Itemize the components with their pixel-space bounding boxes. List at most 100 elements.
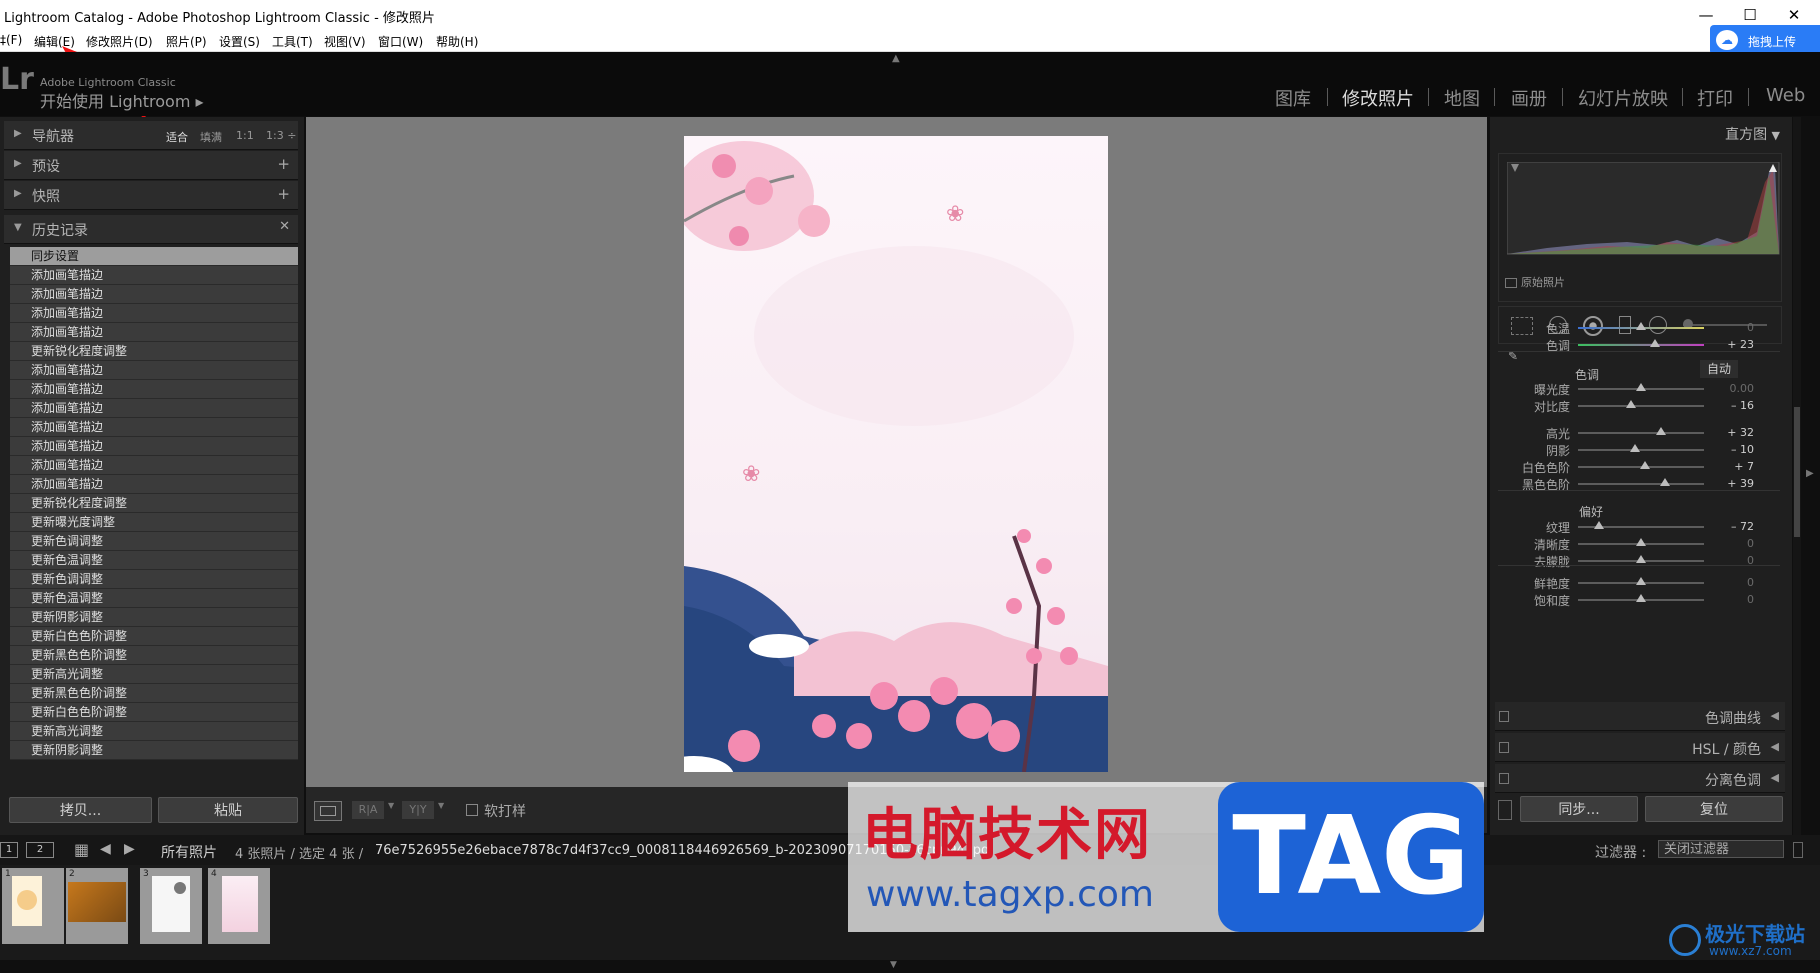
slider-thumb[interactable] [1625,400,1636,408]
slider-value[interactable]: – 72 [1710,520,1754,533]
history-header[interactable]: ▼ 历史记录 ✕ [4,215,298,244]
zoom-fill[interactable]: 填满 [200,129,222,145]
thumbnail-4[interactable]: 4 [208,868,270,944]
module-develop[interactable]: 修改照片 [1342,85,1414,111]
zoom-fit[interactable]: 适合 [166,129,188,145]
module-map[interactable]: 地图 [1444,85,1480,111]
histogram-title[interactable]: 直方图 ▼ [1725,124,1780,144]
slider-thumb[interactable] [1636,538,1646,546]
start-link[interactable]: 开始使用 Lightroom ▸ [40,88,204,112]
before-after-dropdown-icon-2[interactable]: ▼ [438,801,444,810]
add-preset-icon[interactable]: + [277,155,290,173]
right-panel-toggle-icon[interactable]: ▶ [1806,468,1814,479]
slider-value[interactable]: + 32 [1710,426,1754,439]
add-snapshot-icon[interactable]: + [277,185,290,203]
baidu-upload-button[interactable]: ☁ 拖拽上传 [1710,25,1820,55]
history-item[interactable]: 同步设置 [10,247,298,266]
history-item[interactable]: 更新色温调整 [10,551,298,570]
navigator-header[interactable]: ▶ 导航器 适合 填满 1:1 1:3 ÷ [4,121,298,150]
radial-filter-icon[interactable] [1649,316,1667,334]
slider-track[interactable] [1578,449,1704,451]
menu-tools[interactable]: 工具(T) [272,33,313,50]
thumbnail-2[interactable]: 2 [66,868,128,944]
history-item[interactable]: 添加画笔描边 [10,380,298,399]
zoom-1-3[interactable]: 1:3 ÷ [266,129,296,142]
softproof-checkbox[interactable] [466,804,478,816]
filter-lock-icon[interactable] [1793,842,1803,858]
panel-switch-icon[interactable] [1499,742,1509,753]
grid-view-icon[interactable]: ▦ [74,840,89,859]
slider-value[interactable]: 0 [1710,321,1754,334]
slider-value[interactable]: + 39 [1710,477,1754,490]
module-book[interactable]: 画册 [1511,85,1547,111]
slider-track[interactable] [1578,405,1704,407]
zoom-1-1[interactable]: 1:1 [236,129,254,142]
graduated-filter-icon[interactable] [1619,316,1631,334]
history-item[interactable]: 更新阴影调整 [10,608,298,627]
history-item[interactable]: 更新色调调整 [10,570,298,589]
auto-tone-button[interactable]: 自动 [1700,360,1738,378]
history-item[interactable]: 更新黑色色阶调整 [10,684,298,703]
source-label[interactable]: 所有照片 [161,842,217,862]
module-web[interactable]: Web [1766,85,1805,106]
history-item[interactable]: 更新白色色阶调整 [10,627,298,646]
filmstrip-toggle-icon[interactable]: ▼ [890,960,897,970]
clear-history-icon[interactable]: ✕ [279,219,290,234]
history-item[interactable]: 更新锐化程度调整 [10,494,298,513]
slider-value[interactable]: – 10 [1710,443,1754,456]
before-after-tb-button[interactable]: Y|Y [402,801,434,819]
module-slideshow[interactable]: 幻灯片放映 [1578,85,1668,111]
tone-curve-header[interactable]: 色调曲线 ◀ [1495,702,1785,731]
maximize-button[interactable]: ☐ [1736,4,1764,26]
original-photo-checkbox[interactable] [1505,278,1517,288]
slider-value[interactable]: 0 [1710,593,1754,606]
thumbnail-1[interactable]: 1 [2,868,64,944]
slider-track[interactable] [1578,344,1704,346]
second-window-button[interactable]: 2 [26,842,54,858]
slider-thumb[interactable] [1636,555,1646,563]
slider-track[interactable] [1578,432,1704,434]
prev-arrow-icon[interactable]: ◀ [100,841,111,857]
panel-switch-icon[interactable] [1499,711,1509,722]
slider-value[interactable]: 0.00 [1710,382,1755,395]
menu-file[interactable]: ‡(F) [0,33,22,47]
module-print[interactable]: 打印 [1697,85,1733,111]
slider-thumb[interactable] [1636,577,1646,585]
history-item[interactable]: 添加画笔描边 [10,304,298,323]
history-item[interactable]: 添加画笔描边 [10,437,298,456]
menu-view[interactable]: 视图(V) [324,33,366,50]
slider-thumb[interactable] [1636,322,1646,330]
slider-thumb[interactable] [1629,444,1640,452]
photo-preview[interactable]: ❀ ❀ [684,136,1108,772]
history-item[interactable]: 添加画笔描边 [10,323,298,342]
history-item[interactable]: 更新黑色色阶调整 [10,646,298,665]
slider-thumb[interactable] [1639,461,1650,469]
history-item[interactable]: 更新锐化程度调整 [10,342,298,361]
sync-toggle-switch[interactable] [1498,800,1512,820]
history-item[interactable]: 更新曝光度调整 [10,513,298,532]
history-item[interactable]: 更新色调调整 [10,532,298,551]
next-arrow-icon[interactable]: ▶ [124,841,135,857]
right-panel-scrollbar[interactable] [1793,117,1801,835]
copy-button[interactable]: 拷贝... [9,797,152,823]
before-after-dropdown-icon[interactable]: ▼ [388,801,394,810]
history-item[interactable]: 更新色温调整 [10,589,298,608]
slider-thumb[interactable] [1649,339,1660,347]
history-item[interactable]: 更新白色色阶调整 [10,703,298,722]
slider-value[interactable]: 0 [1710,537,1754,550]
red-eye-icon[interactable] [1583,316,1603,336]
sync-button[interactable]: 同步... [1520,796,1638,822]
panel-switch-icon[interactable] [1499,773,1509,784]
split-toning-header[interactable]: 分离色调 ◀ [1495,764,1785,793]
slider-thumb[interactable] [1594,521,1605,529]
before-after-lr-button[interactable]: R|A [352,801,384,819]
loupe-view-button[interactable] [314,801,342,821]
menu-help[interactable]: 帮助(H) [436,33,478,50]
reset-button[interactable]: 复位 [1645,796,1783,822]
history-item[interactable]: 添加画笔描边 [10,399,298,418]
history-item[interactable]: 添加画笔描边 [10,418,298,437]
slider-thumb[interactable] [1636,383,1646,391]
slider-thumb[interactable] [1636,594,1646,602]
history-item[interactable]: 添加画笔描边 [10,475,298,494]
minimize-button[interactable]: — [1692,4,1720,26]
